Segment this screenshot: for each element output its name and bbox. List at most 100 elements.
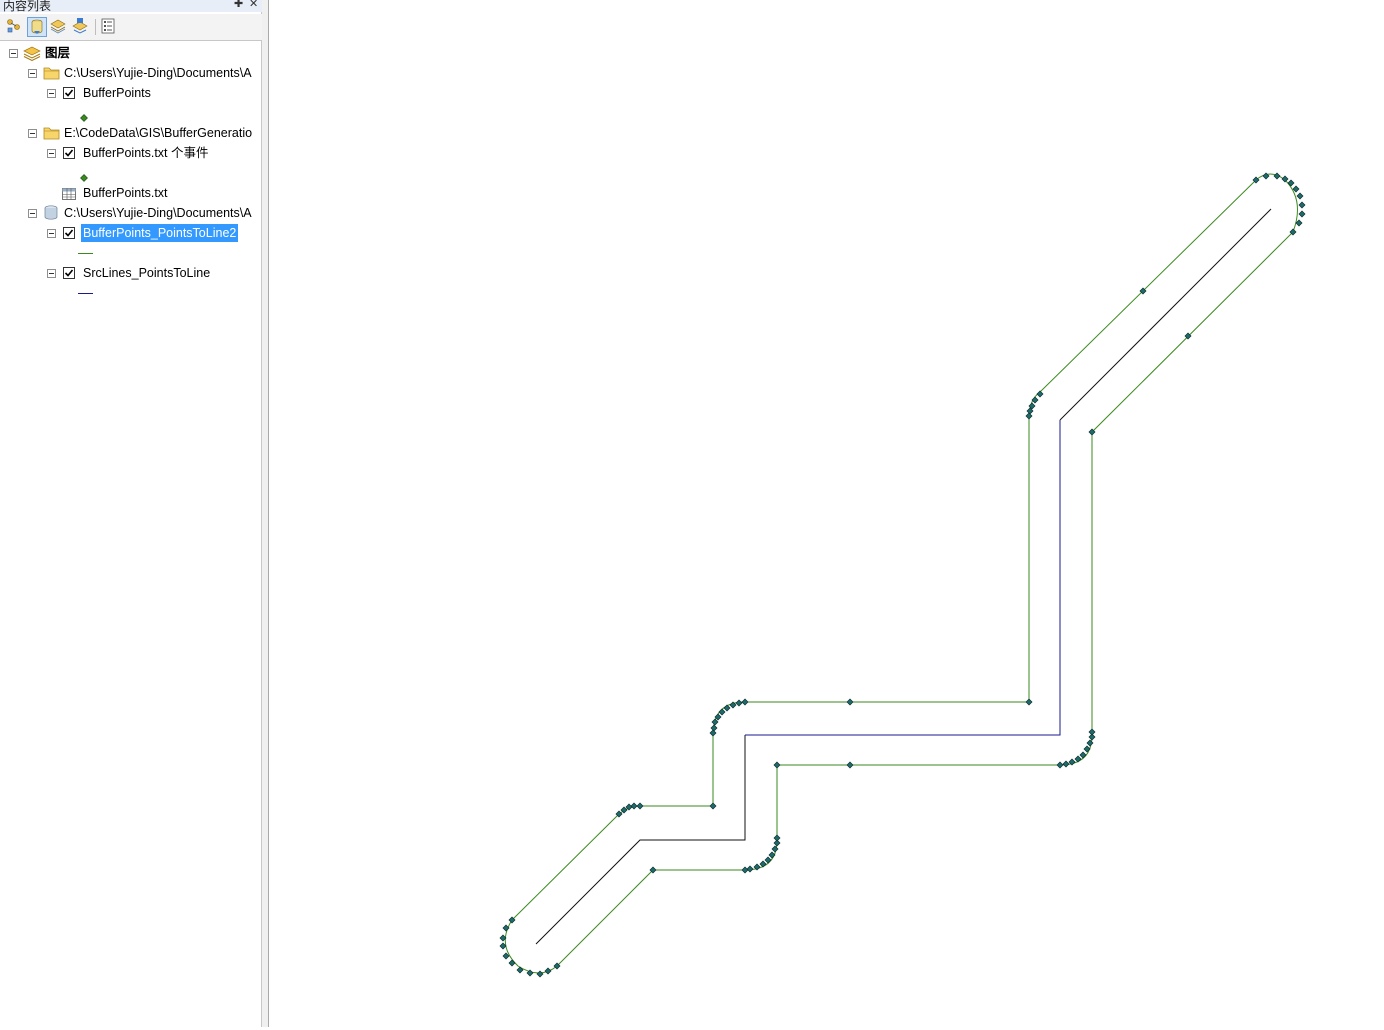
options-icon[interactable] (99, 17, 119, 37)
buffer-vertex-point (735, 699, 743, 707)
toolbar-separator (95, 19, 96, 35)
buffer-vertex-point (741, 698, 749, 706)
buffer-vertex-point (508, 959, 516, 967)
collapse-icon[interactable] (47, 229, 56, 238)
tree-layer-srclines-pointstoline[interactable]: SrcLines_PointsToLine (0, 264, 260, 282)
layer-label: BufferPoints (83, 86, 151, 100)
buffer-vertex-point (1273, 172, 1281, 180)
tree-root-label: 图层 (45, 46, 71, 60)
source-path: C:\Users\Yujie-Ding\Documents\A (64, 206, 252, 220)
toc-toolbar (0, 14, 262, 41)
buffer-vertex-point (1292, 185, 1300, 193)
buffer-vertex-point (536, 970, 544, 978)
buffer-vertex-point (709, 729, 717, 737)
buffer-outline-line (504, 173, 1298, 974)
tree-group-source-2[interactable]: E:\CodeData\GIS\BufferGeneratio (0, 124, 261, 142)
layer-label: BufferPoints.txt 个事件 (83, 146, 209, 160)
tree-layer-bufferpoints-pointstoline2[interactable]: BufferPoints_PointsToLine2 (0, 224, 260, 242)
buffer-vertex-point (710, 724, 718, 732)
buffer-vertex-point (1298, 201, 1306, 209)
buffer-vertex-point (723, 704, 731, 712)
buffer-vertex-point (746, 865, 754, 873)
close-icon[interactable]: ✕ (249, 0, 258, 10)
buffer-vertex-point (1031, 396, 1039, 404)
buffer-vertex-point (544, 967, 552, 975)
list-by-visibility-icon[interactable] (49, 17, 69, 37)
layer-visibility-checkbox[interactable] (63, 267, 75, 279)
buffer-vertex-point (1025, 412, 1033, 420)
buffer-vertex-point (773, 761, 781, 769)
buffer-vertex-point (1298, 210, 1306, 218)
collapse-icon[interactable] (28, 69, 37, 78)
list-by-selection-icon[interactable] (71, 17, 91, 37)
buffer-vertex-point (1074, 755, 1082, 763)
tree-table-bufferpoints-txt[interactable]: BufferPoints.txt (0, 184, 260, 202)
buffer-vertex-point (502, 924, 510, 932)
layer-visibility-checkbox[interactable] (63, 147, 75, 159)
buffer-vertex-point (771, 845, 779, 853)
buffer-vertex-point (630, 802, 638, 810)
collapse-icon[interactable] (28, 209, 37, 218)
legend-symbol-row (0, 164, 260, 182)
table-icon (62, 187, 76, 205)
folder-icon (43, 66, 60, 82)
table-label: BufferPoints.txt (83, 186, 168, 200)
buffer-vertex-point (846, 761, 854, 769)
tree-root-layers[interactable]: 图层 (0, 44, 260, 62)
layer-visibility-checkbox[interactable] (63, 87, 75, 99)
line-symbol-icon (78, 293, 93, 294)
buffer-vertex-point (709, 802, 717, 810)
legend-symbol-row (0, 284, 260, 302)
tree-group-source-3[interactable]: C:\Users\Yujie-Ding\Documents\A (0, 204, 261, 222)
layer-label-selected: BufferPoints_PointsToLine2 (81, 224, 239, 242)
geodatabase-icon (44, 205, 58, 222)
source-path: C:\Users\Yujie-Ding\Documents\A (64, 66, 252, 80)
src-line-segment-black (535, 735, 746, 945)
collapse-icon[interactable] (47, 89, 56, 98)
buffer-vertex-point (636, 802, 644, 810)
buffer-vertex-point (711, 718, 719, 726)
collapse-icon[interactable] (47, 149, 56, 158)
legend-symbol-row (0, 244, 260, 262)
src-line-segment-blue (745, 420, 1061, 736)
layer-visibility-checkbox[interactable] (63, 227, 75, 239)
buffer-vertex-point (759, 860, 767, 868)
buffer-vertex-point (1296, 192, 1304, 200)
list-by-source-icon[interactable] (27, 17, 47, 37)
source-path: E:\CodeData\GIS\BufferGeneratio (64, 126, 253, 140)
layer-tree: 图层 C:\Users\Yujie-Ding\Documents\A Buffe… (0, 41, 261, 1027)
tree-layer-bufferpoints[interactable]: BufferPoints (0, 84, 260, 102)
line-symbol-icon (78, 253, 93, 254)
buffer-vertex-point (1056, 761, 1064, 769)
buffer-vertex-point (773, 834, 781, 842)
panel-splitter[interactable] (262, 0, 269, 1027)
buffer-vertex-point (1088, 728, 1096, 736)
toc-title: 内容列表 (3, 0, 52, 12)
map-view[interactable] (270, 0, 1384, 1027)
folder-icon (43, 126, 60, 142)
toc-titlebar: 内容列表 ✚ ✕ (0, 0, 262, 12)
pin-icon[interactable]: ✚ (234, 0, 243, 10)
list-by-drawing-order-icon[interactable] (5, 17, 25, 37)
collapse-icon[interactable] (28, 129, 37, 138)
tree-group-source-1[interactable]: C:\Users\Yujie-Ding\Documents\A (0, 64, 261, 82)
src-line-segment-black-2 (1059, 208, 1272, 421)
buffer-vertex-point (718, 708, 726, 716)
buffer-vertex-point (1036, 390, 1044, 398)
buffer-vertex-point (1025, 698, 1033, 706)
buffer-vertex-points (499, 172, 1306, 978)
buffer-vertex-point (1295, 219, 1303, 227)
buffer-vertex-point (741, 866, 749, 874)
buffer-vertex-point (846, 698, 854, 706)
map-canvas[interactable] (270, 0, 1384, 1027)
layer-label: SrcLines_PointsToLine (83, 266, 211, 280)
collapse-icon[interactable] (47, 269, 56, 278)
buffer-vertex-point (1281, 175, 1289, 183)
buffer-vertex-point (1062, 760, 1070, 768)
tree-layer-bufferpoints-events[interactable]: BufferPoints.txt 个事件 (0, 144, 260, 162)
buffer-vertex-point (768, 851, 776, 859)
layers-icon (23, 45, 41, 66)
table-of-contents-panel: 内容列表 ✚ ✕ 图层 C:\Users\Yujie-Ding\Document… (0, 0, 262, 1027)
collapse-icon[interactable] (9, 49, 18, 58)
legend-symbol-row (0, 104, 260, 122)
